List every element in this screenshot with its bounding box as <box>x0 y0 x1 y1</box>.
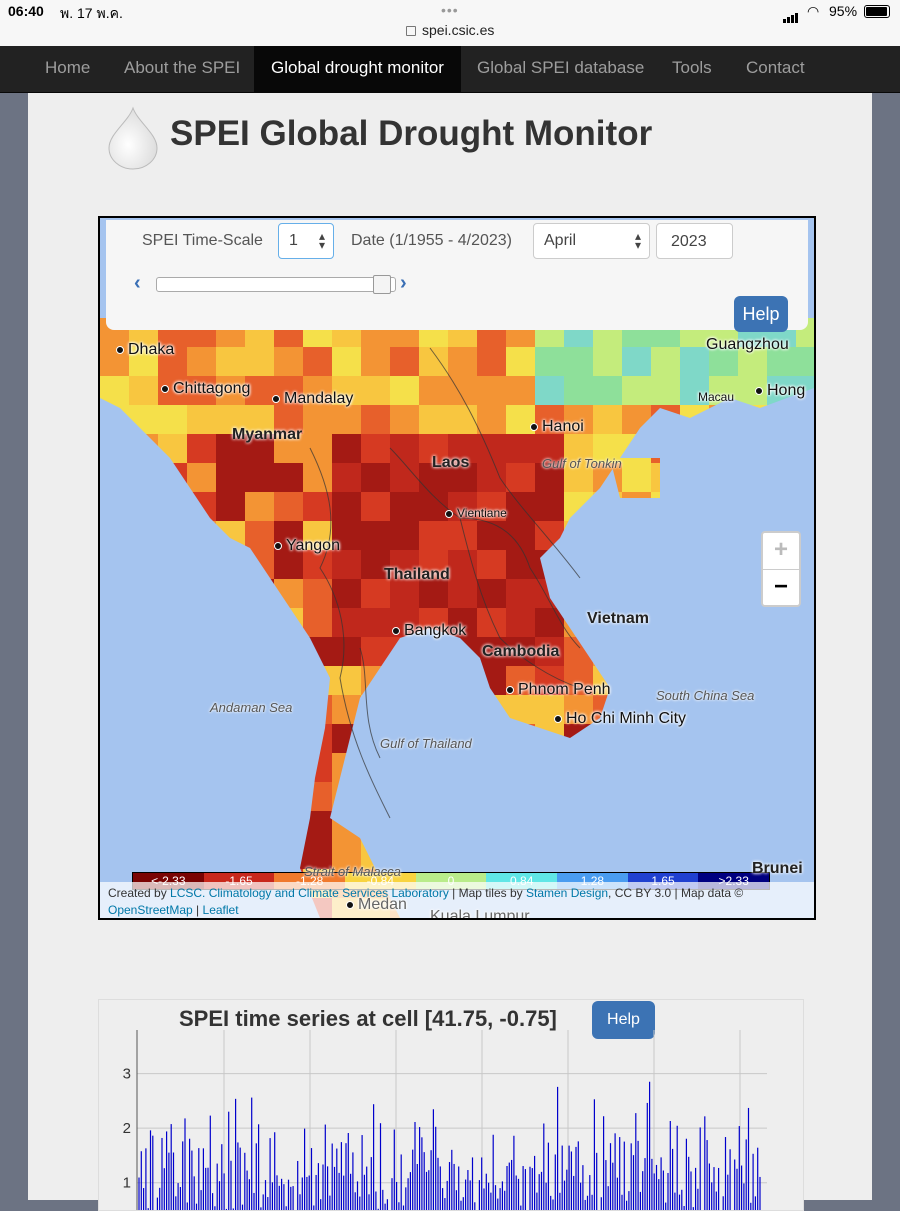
zoom-control: + − <box>761 531 801 607</box>
next-date-arrow-icon[interactable]: › <box>400 272 407 295</box>
city-medan: Medan <box>346 896 407 914</box>
sea-strait-of-malacca: Strait of Malacca <box>304 864 401 879</box>
zoom-in-button[interactable]: + <box>763 533 799 570</box>
date-label: Date (1/1955 - 4/2023) <box>351 232 512 249</box>
y-tick-label: 2 <box>123 1120 131 1137</box>
drought-map[interactable]: SPEI Time-Scale 1 ▴ ▾ Date (1/1955 - 4/20… <box>98 216 816 920</box>
country-myanmar: Myanmar <box>232 426 303 443</box>
select-chevron-icon: ▴ ▾ <box>634 229 641 252</box>
nav-global-drought-monitor[interactable]: Global drought monitor <box>254 46 461 92</box>
country-laos: Laos <box>432 454 470 471</box>
address-bar[interactable]: spei.csic.es <box>406 22 494 38</box>
city-hong: Hong <box>755 382 805 400</box>
url-text: spei.csic.es <box>422 22 495 38</box>
sea-gulf-of-thailand: Gulf of Thailand <box>380 736 472 751</box>
year-input[interactable]: 2023 <box>656 223 733 259</box>
timeseries-plot[interactable]: 1 2 3 <box>99 1000 803 1210</box>
nav-about-spei[interactable]: About the SPEI <box>124 46 240 92</box>
month-select[interactable]: April ▴ ▾ <box>533 223 650 259</box>
city-mandalay: Mandalay <box>272 390 353 408</box>
year-value: 2023 <box>671 233 707 250</box>
city-macau: Macau <box>698 390 735 404</box>
osm-link[interactable]: OpenStreetMap <box>108 903 193 917</box>
spei-grid-cells <box>100 318 814 918</box>
city-dhaka: Dhaka <box>116 341 174 359</box>
country-cambodia: Cambodia <box>482 643 560 660</box>
timescale-label: SPEI Time-Scale <box>142 232 263 249</box>
sea-andaman: Andaman Sea <box>210 700 293 715</box>
sea-south-china: South China Sea <box>656 688 755 703</box>
lock-icon <box>406 26 416 36</box>
cellular-signal-icon <box>783 5 801 23</box>
city-phnom-penh: Phnom Penh <box>506 681 611 699</box>
country-thailand: Thailand <box>384 566 450 583</box>
city-yangon: Yangon <box>274 537 340 555</box>
country-brunei: Brunei <box>752 860 803 877</box>
main-navbar: Home About the SPEI Global drought monit… <box>0 46 900 93</box>
battery-percent: 95% <box>829 3 858 19</box>
city-bangkok: Bangkok <box>392 622 466 640</box>
sea-gulf-of-tonkin: Gulf of Tonkin <box>542 456 622 471</box>
city-vientiane: Vientiane <box>445 506 507 520</box>
zoom-out-button[interactable]: − <box>763 570 799 606</box>
leaflet-link[interactable]: Leaflet <box>203 903 239 917</box>
stamen-link[interactable]: Stamen Design <box>526 886 608 900</box>
city-guangzhou: Guangzhou <box>706 336 789 353</box>
y-tick-label: 3 <box>123 1066 131 1083</box>
date-slider[interactable] <box>156 275 396 294</box>
city-kuala-lumpur: Kuala Lumpur <box>430 908 530 920</box>
slider-thumb[interactable] <box>372 275 391 294</box>
lcsc-link[interactable]: LCSC. Climatology and Climate Services L… <box>170 886 449 900</box>
ios-status-bar: 06:40 พ. 17 พ.ค. ••• spei.csic.es ◠ 95% <box>0 0 900 46</box>
wifi-icon: ◠ <box>807 3 820 19</box>
status-time: 06:40 <box>8 3 44 19</box>
prev-date-arrow-icon[interactable]: ‹ <box>134 272 141 295</box>
timescale-select[interactable]: 1 ▴ ▾ <box>278 223 334 259</box>
water-drop-logo-icon <box>108 106 158 170</box>
status-date: พ. 17 พ.ค. <box>60 5 123 21</box>
battery-icon <box>864 5 890 18</box>
city-ho-chi-minh: Ho Chi Minh City <box>554 710 686 728</box>
month-value: April <box>544 232 577 249</box>
more-dots-icon[interactable]: ••• <box>441 2 459 18</box>
city-chittagong: Chittagong <box>161 380 250 398</box>
nav-tools[interactable]: Tools <box>672 46 712 92</box>
city-hanoi: Hanoi <box>530 418 584 436</box>
nav-contact[interactable]: Contact <box>746 46 805 92</box>
select-chevron-icon: ▴ ▾ <box>318 229 325 252</box>
nav-home[interactable]: Home <box>45 46 90 92</box>
map-help-button[interactable]: Help <box>734 296 788 332</box>
page-title: SPEI Global Drought Monitor <box>170 114 653 153</box>
timescale-value: 1 <box>289 232 298 249</box>
spei-timeseries-panel: SPEI time series at cell [41.75, -0.75] … <box>98 999 804 1211</box>
nav-global-spei-database[interactable]: Global SPEI database <box>477 46 644 92</box>
y-tick-label: 1 <box>123 1175 131 1192</box>
map-control-panel: SPEI Time-Scale 1 ▴ ▾ Date (1/1955 - 4/20… <box>106 220 808 332</box>
country-vietnam: Vietnam <box>587 610 649 627</box>
